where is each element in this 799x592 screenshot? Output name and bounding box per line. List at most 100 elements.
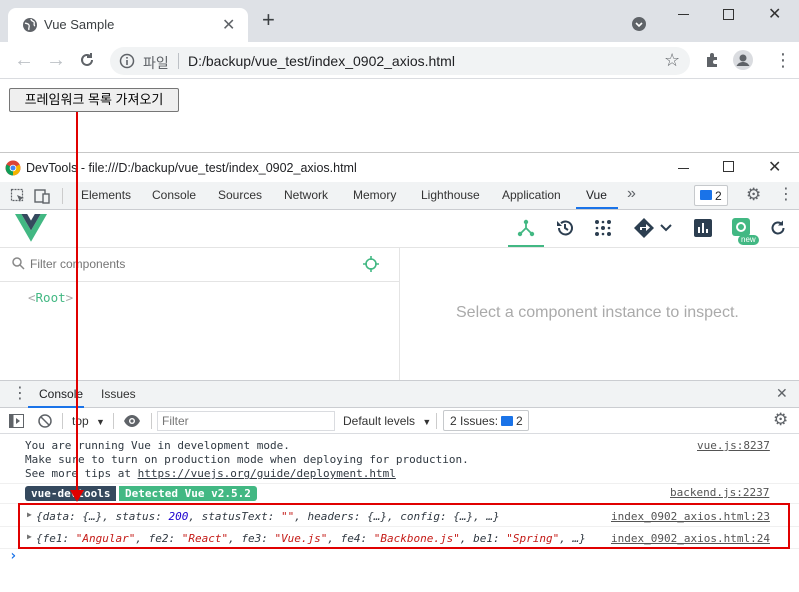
issues-counter[interactable]: 2 [694,185,728,206]
console-filter-input[interactable] [157,411,335,431]
live-expression-eye-icon[interactable] [123,414,141,431]
status-value: 200 [168,510,189,523]
filter-divider [0,281,400,282]
issues-button-count: 2 [516,414,523,428]
detected-vue-badge: Detected Vue v2.5.2 [119,486,257,501]
bookmark-star-icon[interactable]: ☆ [664,50,680,70]
log-levels-dropdown[interactable]: Default levels ▼ [343,414,431,428]
source-link-line-23[interactable]: index_0902_axios.html:23 [611,510,770,523]
toolbar-divider [436,413,437,429]
routing-direction-icon[interactable] [634,218,656,241]
performance-chart-icon[interactable] [694,219,712,240]
tab-vue[interactable]: Vue [586,182,607,209]
devtools-minimize-icon[interactable] [678,168,689,169]
toolbar-divider [62,413,63,429]
tab-lighthouse[interactable]: Lighthouse [421,182,480,209]
profile-menu-icon[interactable] [632,17,646,34]
inspect-hint: Select a component instance to inspect. [456,304,739,321]
search-icon [12,257,25,273]
forward-icon[interactable]: → [46,50,66,70]
issue-message-icon [501,416,513,426]
console-message-dev-mode: You are running Vue in development mode.… [0,434,799,484]
refresh-icon[interactable] [769,219,787,240]
deployment-guide-link[interactable]: https://vuejs.org/guide/deployment.html [138,467,396,480]
drawer-menu-icon[interactable]: ⋮ [12,384,28,404]
tab-vue-underline [576,207,618,209]
tab-sources[interactable]: Sources [218,182,262,209]
expand-triangle-icon[interactable]: ▶ [27,510,32,519]
component-inspector-pane: Select a component instance to inspect. [400,248,799,380]
tab-close-icon[interactable]: ✕ [222,15,235,35]
select-component-target-icon[interactable] [363,256,379,275]
device-toolbar-icon[interactable] [34,188,50,207]
tab-memory[interactable]: Memory [353,182,396,209]
toggle-sidebar-icon[interactable] [9,414,24,431]
back-icon[interactable]: ← [14,50,34,70]
new-badge: new [738,235,759,245]
source-link-backend[interactable]: backend.js:2237 [670,486,769,499]
minimize-icon[interactable] [678,14,689,15]
root-component-node[interactable]: <Root> [28,290,73,305]
dev-mode-line-2: Make sure to turn on production mode whe… [25,453,469,466]
issues-button[interactable]: 2 Issues: 2 [443,410,529,431]
address-prefix: 파일 [143,55,169,71]
browser-menu-icon[interactable]: ⋮ [774,50,792,70]
toolbar-divider [151,413,152,429]
browser-tab[interactable]: Vue Sample ✕ [8,8,248,42]
console-settings-icon[interactable]: ⚙ [773,411,788,429]
clear-console-icon[interactable] [38,414,52,431]
filter-components-input[interactable] [30,254,350,274]
more-tabs-icon[interactable]: » [627,185,636,203]
tab-elements[interactable]: Elements [81,182,131,209]
annotation-arrow-head [70,490,84,502]
routing-dropdown-chevron-icon[interactable] [660,222,672,236]
console-prompt[interactable]: › [9,548,17,564]
components-tree-icon[interactable] [516,218,536,241]
annotation-arrow-line [76,112,78,494]
devtools-close-icon[interactable]: ✕ [768,157,781,177]
dev-mode-tips-prefix: See more tips at [25,467,138,480]
tab-network[interactable]: Network [284,182,328,209]
fetch-frameworks-button[interactable]: 프레임워크 목록 가져오기 [9,88,179,112]
address-text[interactable]: D:/backup/vue_test/index_0902_axios.html [188,53,455,69]
dev-mode-line-1: You are running Vue in development mode. [25,439,290,452]
source-link-vue[interactable]: vue.js:8237 [697,439,770,452]
info-icon[interactable] [119,53,135,72]
tab-application[interactable]: Application [502,182,561,209]
issues-count: 2 [715,189,722,203]
vue-logo-icon [15,214,47,245]
context-dropdown-icon: ▼ [96,417,105,427]
devtools-titlebar: DevTools - file:///D:/backup/vue_test/in… [0,152,799,182]
source-link-line-24[interactable]: index_0902_axios.html:24 [611,532,770,545]
log-levels-value: Default levels [343,414,416,428]
devtools-settings-icon[interactable]: ⚙ [746,186,761,204]
tab-title: Vue Sample [44,17,115,32]
issues-label: 2 Issues: [450,414,499,428]
extensions-icon[interactable] [704,52,720,71]
vue-devtools-toolbar: new [0,210,799,248]
maximize-icon[interactable] [723,9,734,20]
devtools-menu-icon[interactable]: ⋮ [778,185,794,205]
console-output: You are running Vue in development mode.… [0,434,799,592]
tab-console[interactable]: Console [152,182,196,209]
log-levels-dropdown-icon: ▼ [422,417,432,427]
inspect-element-icon[interactable] [10,188,26,207]
new-tab-button[interactable]: + [262,9,275,31]
devtools-tabbar: Elements Console Sources Network Memory … [0,182,799,210]
console-log-response[interactable]: ▶ {data: {…}, status: 200, statusText: "… [0,506,799,527]
account-avatar[interactable] [733,50,753,73]
close-window-icon[interactable]: ✕ [768,4,781,24]
context-value: top [72,414,89,428]
globe-icon [22,17,38,36]
devtools-maximize-icon[interactable] [723,161,734,172]
expand-triangle-icon[interactable]: ▶ [27,532,32,541]
timeline-history-icon[interactable] [555,218,575,241]
drawer-close-icon[interactable]: ✕ [776,385,788,402]
console-log-frameworks[interactable]: ▶ {fe1: "Angular", fe2: "React", fe3: "V… [0,527,799,549]
frameworks-object-preview: {fe1: "Angular", fe2: "React", fe3: "Vue… [36,532,586,545]
tab-divider [62,188,63,204]
vuex-grid-icon[interactable] [593,218,613,241]
drawer-tab-issues[interactable]: Issues [101,387,136,401]
reload-icon[interactable] [78,51,96,72]
root-component-name: Root [35,290,66,305]
